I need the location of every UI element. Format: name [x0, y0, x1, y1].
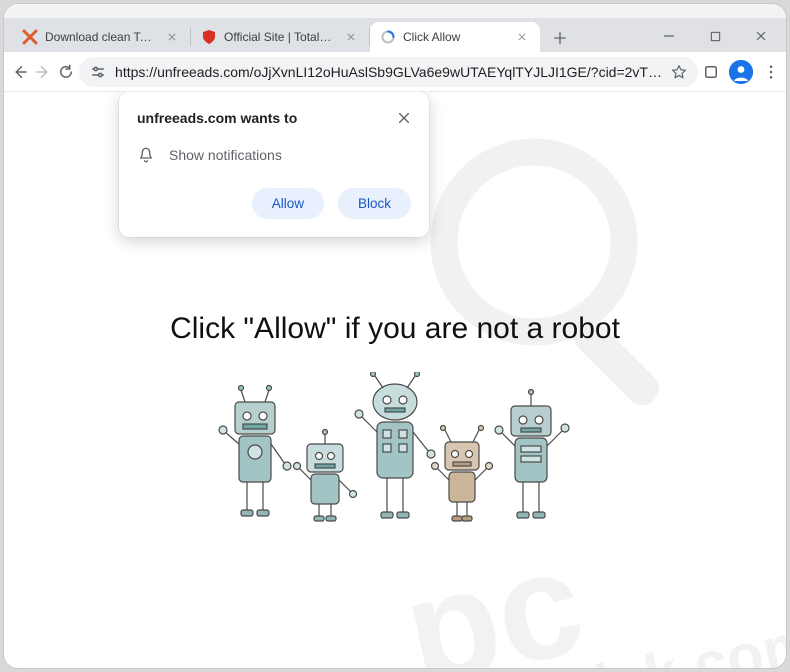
tab-title: Click Allow [403, 30, 507, 44]
page-content: unfreeads.com wants to Show notification… [4, 92, 786, 668]
tabs: Download clean Torren Official Site | To… [12, 22, 574, 52]
address-bar[interactable]: https://unfreeads.com/oJjXvnLI12oHuAslSb… [79, 57, 698, 87]
tab-strip: Download clean Torren Official Site | To… [4, 18, 786, 52]
browser-window: Download clean Torren Official Site | To… [4, 4, 786, 668]
forward-button[interactable] [33, 55, 52, 89]
reload-button[interactable] [56, 55, 75, 89]
bell-icon [137, 146, 155, 164]
new-tab-button[interactable] [546, 24, 574, 52]
permission-item-label: Show notifications [169, 147, 282, 163]
favicon-spinner-icon [380, 29, 396, 45]
close-window-button[interactable] [738, 21, 784, 51]
tab-close-button[interactable] [343, 29, 359, 45]
allow-button[interactable]: Allow [252, 188, 324, 219]
tab-close-button[interactable] [514, 29, 530, 45]
extensions-button[interactable] [702, 55, 721, 89]
site-settings-icon[interactable] [89, 63, 107, 81]
tab-click-allow[interactable]: Click Allow [370, 22, 540, 52]
favicon-x-icon [22, 29, 38, 45]
tab-title: Official Site | TotalAV™ [224, 30, 336, 44]
notification-permission-popup: unfreeads.com wants to Show notification… [119, 92, 429, 237]
block-button[interactable]: Block [338, 188, 411, 219]
page-instruction: Click "Allow" if you are not a robot [4, 312, 786, 346]
back-button[interactable] [10, 55, 29, 89]
favicon-shield-icon [201, 29, 217, 45]
minimize-button[interactable] [646, 21, 692, 51]
menu-button[interactable] [761, 55, 780, 89]
tab-download[interactable]: Download clean Torren [12, 22, 190, 52]
tab-totalav[interactable]: Official Site | TotalAV™ [191, 22, 369, 52]
robots-illustration [215, 372, 575, 542]
bookmark-star-icon[interactable] [670, 63, 688, 81]
tab-title: Download clean Torren [45, 30, 157, 44]
url-text: https://unfreeads.com/oJjXvnLI12oHuAslSb… [115, 64, 662, 80]
watermark-line2: risk.com [568, 615, 786, 668]
maximize-button[interactable] [692, 21, 738, 51]
toolbar: https://unfreeads.com/oJjXvnLI12oHuAslSb… [4, 52, 786, 92]
window-controls [646, 21, 784, 51]
close-icon[interactable] [397, 111, 411, 125]
tab-close-button[interactable] [164, 29, 180, 45]
permission-item: Show notifications [137, 146, 411, 164]
titlebar [4, 4, 786, 18]
permission-title: unfreeads.com wants to [137, 110, 297, 126]
profile-avatar[interactable] [729, 60, 753, 84]
